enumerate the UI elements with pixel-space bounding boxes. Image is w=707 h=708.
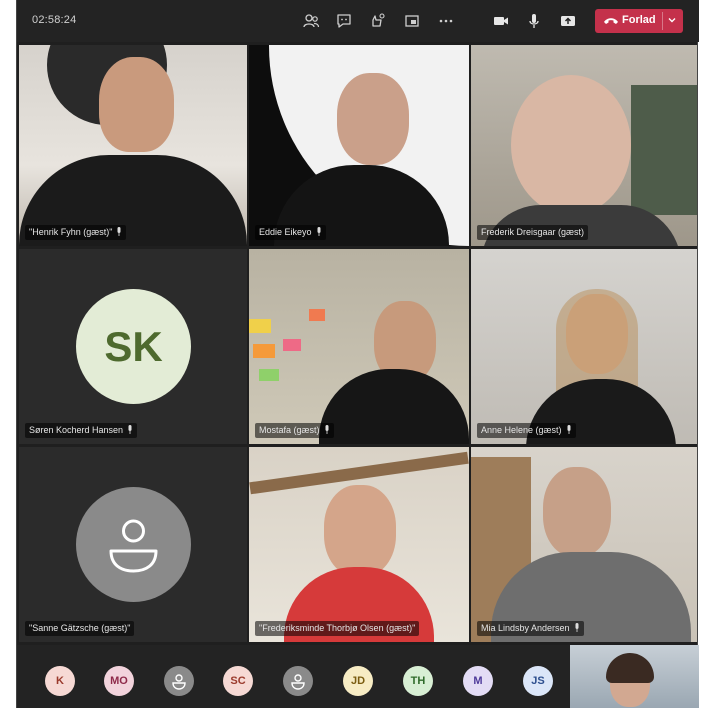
participant-chip[interactable]: TH bbox=[403, 666, 433, 696]
participant-chip[interactable]: K bbox=[45, 666, 75, 696]
participant-name-label: Søren Kocherd Hansen bbox=[25, 423, 138, 438]
overflow-participants-strip: K MO SC JD TH M JS bbox=[17, 645, 699, 708]
mic-icon bbox=[575, 623, 579, 632]
participant-face bbox=[99, 57, 174, 152]
participant-chip[interactable]: SC bbox=[223, 666, 253, 696]
sticky-note bbox=[309, 309, 325, 321]
participant-name-label: Anne Helene (gæst) bbox=[477, 423, 576, 438]
chip-initials: M bbox=[473, 675, 483, 687]
sticky-note bbox=[283, 339, 301, 351]
avatar-tile-sanne[interactable]: "Sanne Gätzsche (gæst)" bbox=[19, 447, 247, 642]
hangup-icon bbox=[604, 18, 618, 24]
guest-avatar-icon bbox=[291, 674, 305, 690]
video-tile-henrik[interactable]: "Henrik Fyhn (gæst)" bbox=[19, 45, 247, 246]
participant-chip[interactable] bbox=[164, 666, 194, 696]
participant-name-label: "Henrik Fyhn (gæst)" bbox=[25, 225, 127, 240]
more-icon[interactable] bbox=[436, 11, 456, 31]
mic-icon bbox=[128, 425, 132, 434]
self-view-video[interactable] bbox=[570, 645, 699, 708]
chip-initials: SC bbox=[230, 675, 246, 687]
participant-chip[interactable]: M bbox=[463, 666, 493, 696]
meeting-timer: 02:58:24 bbox=[32, 14, 77, 26]
participant-chip[interactable]: JD bbox=[343, 666, 373, 696]
participant-body bbox=[319, 369, 469, 444]
bookshelf bbox=[631, 85, 697, 215]
meeting-toolbar: 02:58:24 Forlad bbox=[17, 0, 699, 42]
participant-name-label: "Frederiksminde Thorbjø Olsen (gæst)" bbox=[255, 621, 420, 636]
participant-face bbox=[324, 485, 396, 577]
video-tile-anne[interactable]: Anne Helene (gæst) bbox=[471, 249, 697, 444]
participant-name-label: Mia Lindsby Andersen bbox=[477, 621, 584, 636]
sticky-note bbox=[253, 344, 275, 358]
mic-icon bbox=[317, 227, 321, 236]
mic-icon bbox=[567, 425, 571, 434]
chevron-down-icon[interactable] bbox=[667, 15, 677, 25]
leave-label: Forlad bbox=[622, 14, 656, 26]
avatar-tile-soren[interactable]: SK Søren Kocherd Hansen bbox=[19, 249, 247, 444]
leave-divider bbox=[662, 12, 663, 30]
chip-initials: K bbox=[56, 675, 64, 687]
participant-face bbox=[337, 73, 409, 165]
guest-avatar-icon bbox=[76, 487, 191, 602]
share-icon[interactable] bbox=[402, 11, 422, 31]
participant-chip[interactable]: JS bbox=[523, 666, 553, 696]
participant-name-label: "Sanne Gätzsche (gæst)" bbox=[25, 621, 135, 636]
participant-chip[interactable]: MO bbox=[104, 666, 134, 696]
chip-initials: MO bbox=[110, 675, 128, 687]
chip-initials: TH bbox=[410, 675, 426, 687]
video-tile-frederiksminde[interactable]: "Frederiksminde Thorbjø Olsen (gæst)" bbox=[249, 447, 469, 642]
participant-name-label: Frederik Dreisgaar (gæst) bbox=[477, 225, 589, 240]
mic-icon bbox=[325, 425, 329, 434]
participant-name-label: Mostafa (gæst) bbox=[255, 423, 334, 438]
participant-face bbox=[543, 467, 611, 557]
chip-initials: JD bbox=[350, 675, 366, 687]
sticky-note bbox=[249, 319, 271, 333]
participant-name-label: Eddie Eikeyo bbox=[255, 225, 326, 240]
video-tile-eddie[interactable]: Eddie Eikeyo bbox=[249, 45, 469, 246]
video-tile-frederik[interactable]: Frederik Dreisgaar (gæst) bbox=[471, 45, 697, 246]
meeting-window: 02:58:24 Forlad "Henrik Fyhn (gæst)" Edd… bbox=[16, 0, 699, 708]
mic-icon bbox=[117, 227, 121, 236]
participant-chip[interactable] bbox=[283, 666, 313, 696]
reactions-icon[interactable] bbox=[367, 11, 387, 31]
camera-icon[interactable] bbox=[491, 11, 511, 31]
participant-face bbox=[511, 75, 631, 215]
video-tile-mostafa[interactable]: Mostafa (gæst) bbox=[249, 249, 469, 444]
leave-button[interactable]: Forlad bbox=[595, 9, 683, 33]
guest-avatar-icon bbox=[172, 674, 186, 690]
chat-icon[interactable] bbox=[334, 11, 354, 31]
share-tray-icon[interactable] bbox=[558, 11, 578, 31]
avatar: SK bbox=[76, 289, 191, 404]
chip-initials: JS bbox=[531, 675, 545, 687]
people-icon[interactable] bbox=[301, 11, 321, 31]
video-tile-mia[interactable]: Mia Lindsby Andersen bbox=[471, 447, 697, 642]
sticky-note bbox=[259, 369, 279, 381]
mic-icon[interactable] bbox=[524, 11, 544, 31]
